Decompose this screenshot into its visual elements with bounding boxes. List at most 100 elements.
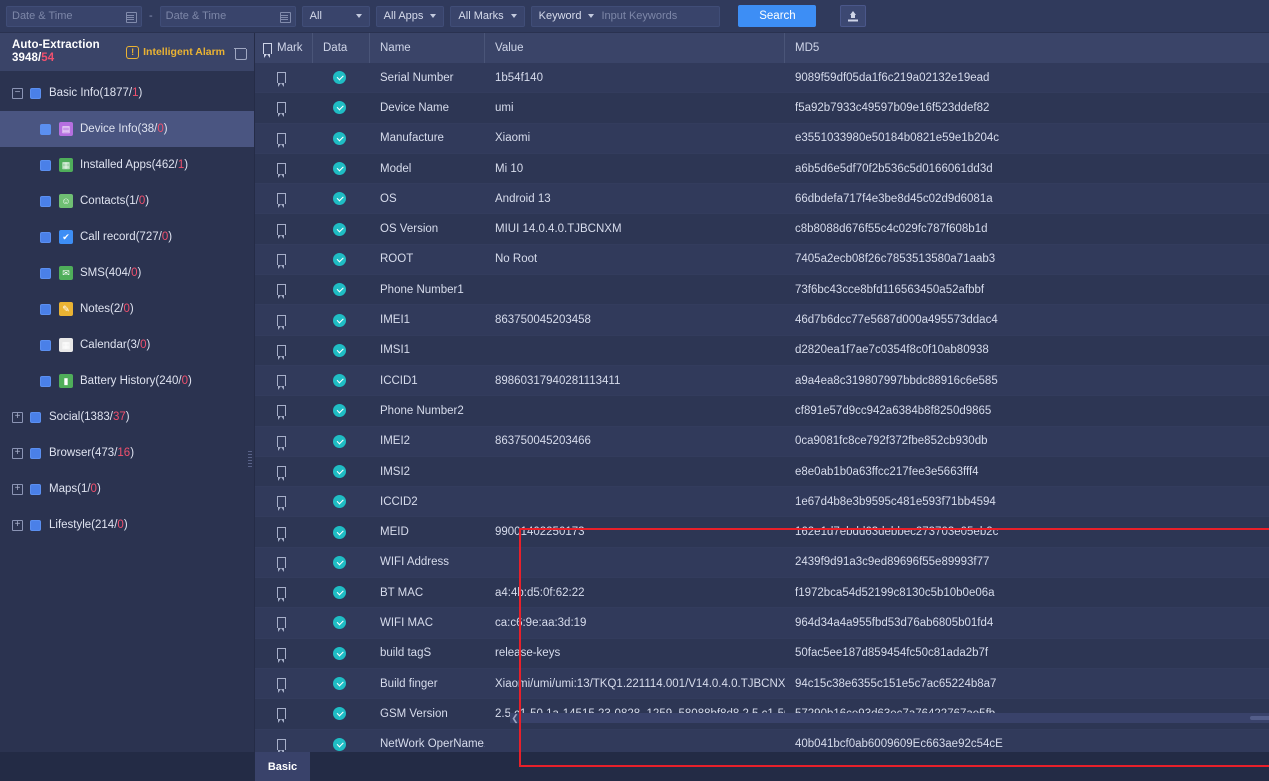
- row-data-cell[interactable]: [313, 427, 370, 456]
- sidebar-item-social[interactable]: Social(1383/37): [0, 399, 254, 435]
- row-data-cell[interactable]: [313, 730, 370, 752]
- checkbox[interactable]: [30, 519, 41, 531]
- row-data-cell[interactable]: [313, 154, 370, 183]
- column-header-name[interactable]: Name: [370, 33, 485, 63]
- row-data-cell[interactable]: [313, 275, 370, 304]
- bookmark-icon[interactable]: [277, 678, 286, 694]
- table-row[interactable]: Build finger Xiaomi/umi/umi:13/TKQ1.22111…: [255, 668, 1269, 700]
- expand-icon[interactable]: [12, 411, 23, 423]
- expand-icon[interactable]: [12, 519, 23, 531]
- row-mark-cell[interactable]: [255, 184, 313, 213]
- row-data-cell[interactable]: [313, 517, 370, 546]
- table-row[interactable]: BT MAC a4:4b:d5:0f:62:22 f1972bca54d52199c…: [255, 578, 1269, 609]
- table-row[interactable]: Serial Number 1b54f140 9089f59df05da1f6c21…: [255, 63, 1269, 94]
- check-circle-icon[interactable]: [333, 677, 346, 691]
- bookmark-icon[interactable]: [277, 496, 286, 512]
- row-mark-cell[interactable]: [255, 457, 313, 486]
- row-data-cell[interactable]: [313, 305, 370, 334]
- row-data-cell[interactable]: [313, 63, 370, 92]
- check-circle-icon[interactable]: [333, 495, 346, 509]
- collapse-icon[interactable]: [12, 87, 23, 99]
- bookmark-icon[interactable]: [277, 405, 286, 421]
- horizontal-scrollbar[interactable]: ❮: [510, 713, 1269, 723]
- check-circle-icon[interactable]: [333, 434, 346, 448]
- row-data-cell[interactable]: [313, 214, 370, 243]
- bookmark-icon[interactable]: [277, 617, 286, 633]
- row-mark-cell[interactable]: [255, 669, 313, 698]
- row-data-cell[interactable]: [313, 699, 370, 728]
- table-row[interactable]: OS Version MIUI 14.0.4.0.TJBCNXM c8b8088d6…: [255, 214, 1269, 245]
- bookmark-icon[interactable]: [277, 344, 286, 360]
- bookmark-icon[interactable]: [277, 466, 286, 481]
- filter-marks-dropdown[interactable]: All Marks: [450, 5, 525, 27]
- check-circle-icon[interactable]: [333, 131, 346, 145]
- keyword-type-dropdown[interactable]: Keyword: [532, 7, 602, 26]
- search-input[interactable]: [601, 6, 720, 26]
- row-data-cell[interactable]: [313, 396, 370, 425]
- check-circle-icon[interactable]: [333, 71, 346, 85]
- expand-icon[interactable]: [12, 483, 23, 495]
- sidebar-item-lifestyle[interactable]: Lifestyle(214/0): [0, 507, 254, 543]
- expand-icon[interactable]: [12, 447, 23, 459]
- filter-apps-dropdown[interactable]: All Apps: [375, 5, 445, 27]
- checkbox[interactable]: [40, 339, 51, 351]
- row-mark-cell[interactable]: [255, 214, 313, 243]
- column-header-value[interactable]: Value: [485, 33, 785, 63]
- row-mark-cell[interactable]: [255, 427, 313, 456]
- table-row[interactable]: build tagS release-keys 50fac5ee187d859454…: [255, 638, 1269, 669]
- table-row[interactable]: IMSI2 e8e0ab1b0a63ffcc217fee3e5663fff4: [255, 456, 1269, 488]
- row-mark-cell[interactable]: [255, 154, 313, 183]
- sidebar-item-device-info[interactable]: ▤ Device Info(38/0): [0, 111, 254, 147]
- checkbox[interactable]: [40, 123, 51, 135]
- table-row[interactable]: IMSI1 d2820ea1f7ae7c0354f8c0f10ab80938: [255, 335, 1269, 366]
- sidebar-item-browser[interactable]: Browser(473/16): [0, 435, 254, 471]
- check-circle-icon[interactable]: [333, 313, 346, 327]
- table-row[interactable]: ROOT No Root 7405a2ecb08f26c7853513580a71a…: [255, 244, 1269, 276]
- bookmark-icon[interactable]: [277, 587, 286, 603]
- bookmark-icon[interactable]: [277, 223, 286, 239]
- table-row[interactable]: WIFI MAC ca:c6:9e:aa:3d:19 964d34a4a955fbd…: [255, 608, 1269, 639]
- row-mark-cell[interactable]: [255, 730, 313, 752]
- row-data-cell[interactable]: [313, 639, 370, 668]
- row-data-cell[interactable]: [313, 124, 370, 153]
- bookmark-icon[interactable]: [277, 72, 286, 88]
- bookmark-icon[interactable]: [277, 284, 286, 300]
- search-button[interactable]: Search: [738, 5, 817, 27]
- sidebar-item-installed-apps[interactable]: ▦ Installed Apps(462/1): [0, 147, 254, 183]
- check-circle-icon[interactable]: [333, 252, 346, 266]
- checkbox[interactable]: [30, 483, 41, 495]
- row-mark-cell[interactable]: [255, 548, 313, 577]
- check-circle-icon[interactable]: [333, 283, 346, 297]
- checkbox[interactable]: [40, 375, 51, 387]
- bookmark-icon[interactable]: [277, 163, 286, 179]
- row-data-cell[interactable]: [313, 245, 370, 274]
- row-data-cell[interactable]: [313, 608, 370, 637]
- check-circle-icon[interactable]: [333, 646, 346, 660]
- row-data-cell[interactable]: [313, 93, 370, 122]
- check-circle-icon[interactable]: [333, 707, 346, 721]
- row-mark-cell[interactable]: [255, 275, 313, 304]
- check-circle-icon[interactable]: [333, 343, 346, 357]
- column-header-mark[interactable]: Mark: [255, 33, 313, 63]
- row-data-cell[interactable]: [313, 184, 370, 213]
- bookmark-icon[interactable]: [277, 253, 286, 269]
- sidebar-item-battery-history[interactable]: ▮ Battery History(240/0): [0, 363, 254, 399]
- row-mark-cell[interactable]: [255, 366, 313, 395]
- row-mark-cell[interactable]: [255, 93, 313, 122]
- sidebar-item-call-record[interactable]: ✔ Call record(727/0): [0, 219, 254, 255]
- checkbox[interactable]: [40, 195, 51, 207]
- bookmark-icon[interactable]: [277, 132, 286, 148]
- table-row[interactable]: ICCID1 89860317940281113411 a9a4ea8c319807…: [255, 365, 1269, 397]
- table-row[interactable]: NetWork OperName1 40b041bcf0ab6009609Ec66…: [255, 729, 1269, 752]
- sidebar-item-notes[interactable]: ✎ Notes(2/0): [0, 291, 254, 327]
- filter-all-dropdown[interactable]: All: [301, 5, 370, 27]
- row-data-cell[interactable]: [313, 578, 370, 607]
- calendar-icon[interactable]: [126, 11, 137, 23]
- check-circle-icon[interactable]: [333, 465, 346, 478]
- row-mark-cell[interactable]: [255, 487, 313, 516]
- table-row[interactable]: IMEI1 863750045203458 46d7b6dcc77e5687d000…: [255, 305, 1269, 336]
- bookmark-icon[interactable]: [277, 435, 286, 451]
- row-mark-cell[interactable]: [255, 396, 313, 425]
- sidebar-item-calendar[interactable]: ▦ Calendar(3/0): [0, 327, 254, 363]
- check-circle-icon[interactable]: [333, 404, 346, 418]
